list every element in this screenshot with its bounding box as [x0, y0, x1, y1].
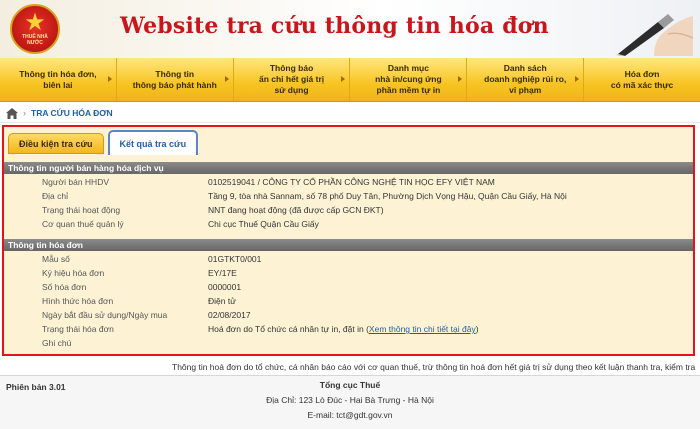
invoice-row: Hình thức hóa đơn Điện tử	[42, 296, 236, 306]
main-navbar: Thông tin hóa đơn, biên lai Thông tin th…	[0, 58, 700, 102]
footer-org: Tổng cục Thuế	[319, 380, 381, 390]
caret-right-icon	[107, 76, 112, 82]
site-title: Website tra cứu thông tin hóa đơn	[120, 13, 549, 39]
invoice-section-heading: Thông tin hóa đơn	[4, 239, 693, 251]
invoice-row: Trạng thái hóa đơn Hoá đơn do Tổ chức cá …	[42, 324, 479, 334]
results-panel: Điều kiện tra cứu Kết quả tra cứu Thông …	[2, 125, 695, 356]
tab-search-results[interactable]: Kết quả tra cứu	[107, 130, 199, 155]
tax-emblem-logo[interactable]: ★ THUẾ NHÀ NƯỚC	[10, 4, 60, 54]
tab-search-conditions[interactable]: Điều kiện tra cứu	[8, 133, 104, 154]
caret-right-icon	[458, 76, 463, 82]
seller-row: Cơ quan thuế quản lý Chi cục Thuế Quận Cầ…	[42, 219, 319, 229]
footer-email: E-mail: tct@gdt.gov.vn	[307, 410, 393, 420]
disclaimer-text: Thông tin hoá đơn do tổ chức, cá nhân bá…	[172, 362, 696, 372]
seller-row: Trạng thái hoạt động NNT đang hoạt động (…	[42, 205, 384, 215]
caret-right-icon	[575, 76, 580, 82]
invoice-row: Ngày bắt đầu sử dụng/Ngày mua 02/08/2017	[42, 310, 251, 320]
star-icon: ★	[24, 9, 46, 36]
invoice-row: Ký hiệu hóa đơn EY/17E	[42, 268, 237, 278]
site-header: ★ THUẾ NHÀ NƯỚC Website tra cứu thông ti…	[0, 0, 700, 59]
seller-row: Người bán HHDV 0102519041 / CÔNG TY CỔ PH…	[42, 177, 495, 187]
caret-right-icon	[341, 76, 346, 82]
seller-section-heading: Thông tin người bán hàng hóa dịch vụ	[4, 162, 693, 174]
nav-authenticated-invoices[interactable]: Hóa đơn có mã xác thực	[584, 58, 700, 101]
invoice-row: Số hóa đơn 0000001	[42, 282, 242, 292]
emblem-caption: THUẾ NHÀ NƯỚC	[22, 34, 48, 46]
invoice-row: Mẫu số 01GTKT0/001	[42, 254, 262, 264]
site-footer: Phiên bản 3.01 Tổng cục Thuế Địa Chỉ: 12…	[0, 375, 700, 429]
breadcrumb-separator: ›	[23, 108, 26, 118]
breadcrumb-current: TRA CỨU HÓA ĐƠN	[31, 108, 113, 118]
breadcrumb: › TRA CỨU HÓA ĐƠN	[0, 104, 700, 123]
nav-invoice-receipt-info[interactable]: Thông tin hóa đơn, biên lai	[0, 58, 117, 101]
home-icon[interactable]	[6, 107, 18, 119]
tab-bar: Điều kiện tra cứu Kết quả tra cứu	[8, 130, 202, 155]
nav-risky-enterprises-list[interactable]: Danh sách doanh nghiệp rủi ro, vi phạm	[467, 58, 585, 101]
view-detail-link[interactable]: Xem thông tin chi tiết tại đây	[369, 324, 476, 334]
invoice-row: Ghi chú	[42, 338, 72, 348]
nav-expired-forms-notice[interactable]: Thông báo ấn chỉ hết giá trị sử dụng	[234, 58, 351, 101]
nav-printers-software-list[interactable]: Danh mục nhà in/cung ứng phần mềm tự in	[350, 58, 468, 101]
pen-hand-illustration	[616, 14, 693, 56]
seller-row: Địa chỉ Tầng 9, tòa nhà Sannam, số 78 phố…	[42, 191, 567, 201]
caret-right-icon	[224, 76, 229, 82]
nav-issuance-notice-info[interactable]: Thông tin thông báo phát hành	[117, 58, 234, 101]
footer-address: Địa Chỉ: 123 Lò Đúc - Hai Bà Trưng - Hà …	[266, 395, 434, 405]
